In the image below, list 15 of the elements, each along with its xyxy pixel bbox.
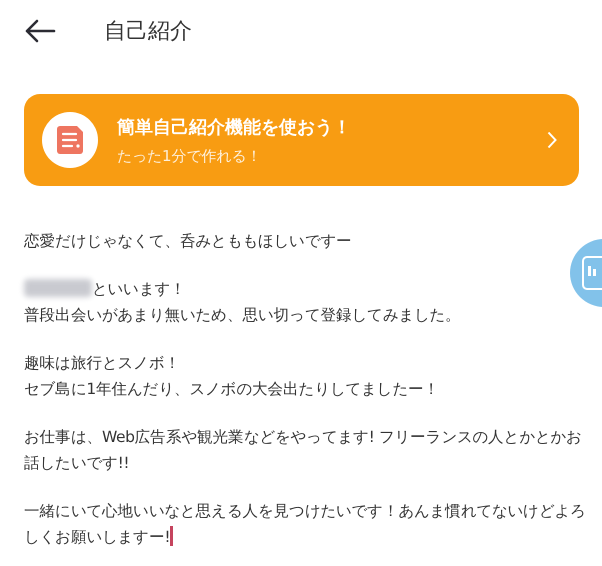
intro-text-line: 趣味は旅行とスノボ！ xyxy=(24,354,180,372)
intro-text-field[interactable]: 恋愛だけじゃなくて、呑みとももほしいですー といいます！ 普段出会いがあまり無いため、思い切って登録してみました。 趣味は旅行とスノボ！ セブ島に1年住んだり、スノボの大会出たりしてましたー！ お仕事は、Web広告系や観光業などをやってます! フリーランスの人とかとかお話したいです!! 一緒にいて心地いいなと思える人を見つけたいです！あんま慣れてないけどよろしくお願いしますー! xyxy=(24,228,586,550)
intro-text-line: お仕事は、Web広告系や観光業などをやってます! フリーランスの人とかとかお話したいです!! xyxy=(24,428,582,472)
promo-title: 簡単自己紹介機能を使おう！ xyxy=(117,116,352,138)
intro-text-line: 一緒にいて心地いいなと思える人を見つけたいです！あんま慣れてないけどよろしくお願いしますー! xyxy=(24,502,586,546)
page-title: 自己紹介 xyxy=(104,18,192,46)
chevron-right-icon xyxy=(547,131,557,149)
back-arrow-icon[interactable] xyxy=(24,19,56,43)
intro-text-line: 普段出会いがあまり無いため、思い切って登録してみました。 xyxy=(24,306,461,324)
intro-text-line: といいます！ xyxy=(92,280,186,298)
intro-text-line: 恋愛だけじゃなくて、呑みとももほしいですー xyxy=(24,232,352,250)
document-icon xyxy=(57,126,83,154)
promo-subtitle: たった1分で作れる！ xyxy=(117,146,263,166)
tablet-icon xyxy=(582,256,602,290)
intro-text-line: セブ島に1年住んだり、スノボの大会出たりしてましたー！ xyxy=(24,380,440,398)
